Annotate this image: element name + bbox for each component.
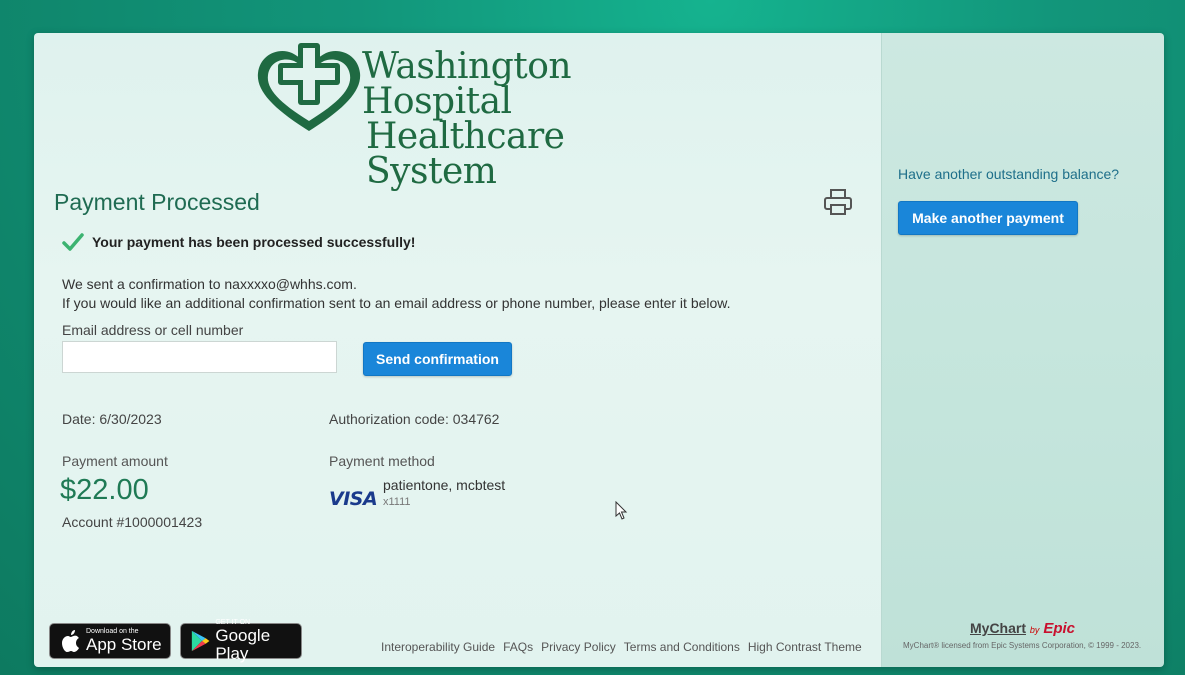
google-play-icon bbox=[191, 630, 210, 652]
google-play-badge[interactable]: GET IT ON Google Play bbox=[180, 619, 302, 663]
page-title: Payment Processed bbox=[54, 189, 260, 215]
outstanding-balance-question: Have another outstanding balance? bbox=[898, 166, 1120, 182]
mychart-logo: MyChart by Epic bbox=[970, 620, 1075, 637]
mychart-text: MyChart bbox=[970, 620, 1027, 636]
payment-date: Date: 6/30/2023 bbox=[62, 411, 162, 427]
success-message: Your payment has been processed successf… bbox=[62, 233, 415, 251]
checkmark-icon bbox=[62, 233, 84, 251]
footer-link-terms[interactable]: Terms and Conditions bbox=[624, 640, 740, 654]
print-icon[interactable] bbox=[822, 188, 854, 216]
confirmation-sent-text: We sent a confirmation to naxxxxo@whhs.c… bbox=[62, 276, 357, 292]
make-another-payment-button[interactable]: Make another payment bbox=[898, 201, 1078, 235]
footer-links: Interoperability Guide FAQs Privacy Poli… bbox=[381, 640, 862, 654]
footer-link-privacy[interactable]: Privacy Policy bbox=[541, 640, 616, 654]
footer-link-faqs[interactable]: FAQs bbox=[503, 640, 533, 654]
email-label: Email address or cell number bbox=[62, 322, 244, 338]
footer-link-high-contrast[interactable]: High Contrast Theme bbox=[748, 640, 862, 654]
success-text: Your payment has been processed successf… bbox=[92, 234, 416, 250]
payment-amount-label: Payment amount bbox=[62, 453, 168, 469]
payment-amount: $22.00 bbox=[60, 474, 149, 506]
email-or-phone-input[interactable] bbox=[62, 341, 337, 373]
logo-line1: Washington Hospital bbox=[362, 46, 572, 122]
page-frame: Washington Hospital Healthcare System Pa… bbox=[34, 33, 1164, 667]
footer-link-interoperability[interactable]: Interoperability Guide bbox=[381, 640, 495, 654]
cross-heart-icon bbox=[257, 43, 361, 131]
license-text: MyChart® licensed from Epic Systems Corp… bbox=[903, 641, 1142, 650]
send-confirmation-button[interactable]: Send confirmation bbox=[363, 342, 512, 376]
epic-logo-text: Epic bbox=[1043, 620, 1075, 637]
hospital-logo: Washington Hospital Healthcare System bbox=[254, 39, 674, 190]
account-number: Account #1000001423 bbox=[62, 514, 203, 530]
appstore-big-text: App Store bbox=[86, 635, 162, 654]
visa-logo-icon: VISA bbox=[329, 488, 378, 510]
authorization-code: Authorization code: 034762 bbox=[329, 411, 500, 427]
sidebar: Have another outstanding balance? Make a… bbox=[881, 33, 1164, 667]
logo-text: Washington Hospital Healthcare System bbox=[362, 46, 674, 192]
main-panel: Washington Hospital Healthcare System Pa… bbox=[34, 33, 881, 667]
mychart-by-text: by bbox=[1029, 625, 1040, 635]
confirmation-info: We sent a confirmation to naxxxxo@whhs.c… bbox=[62, 275, 731, 313]
payment-method-label: Payment method bbox=[329, 453, 435, 469]
additional-confirmation-text: If you would like an additional confirma… bbox=[62, 295, 731, 311]
apple-icon bbox=[62, 630, 79, 652]
mouse-cursor-icon bbox=[615, 501, 628, 520]
logo-line2: Healthcare System bbox=[366, 116, 565, 192]
app-store-badge[interactable]: Download on the App Store bbox=[49, 623, 171, 659]
google-big-text: Google Play bbox=[215, 626, 271, 663]
card-holder-name: patientone, mcbtest bbox=[383, 477, 506, 493]
card-last-digits: x1111 bbox=[383, 496, 411, 508]
